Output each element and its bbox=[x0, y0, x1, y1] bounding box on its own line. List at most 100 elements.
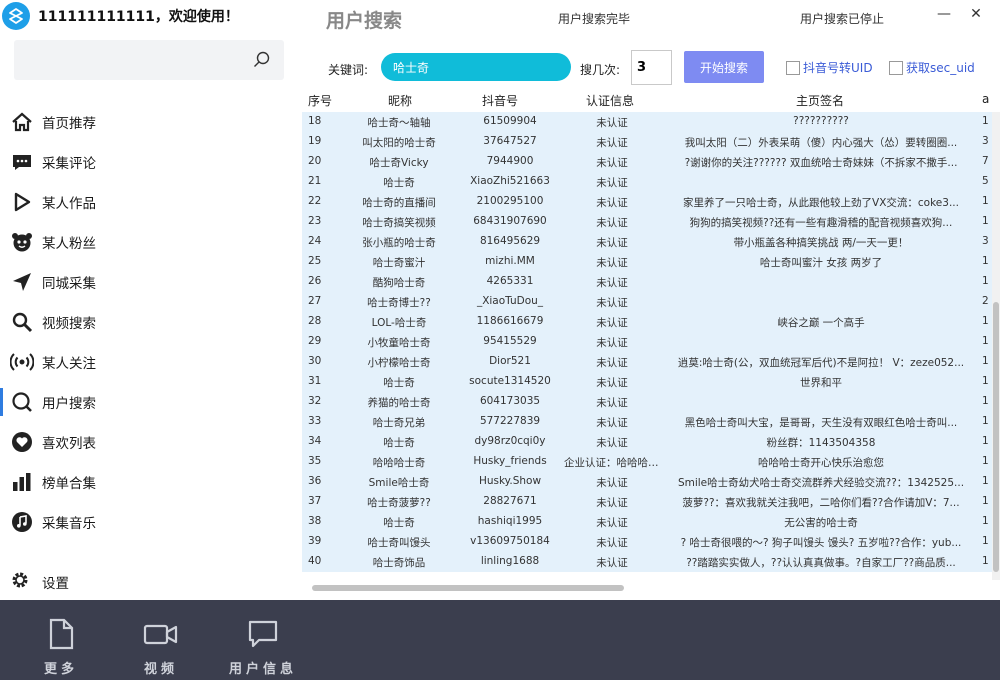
sidebar-item-follows[interactable]: 某人关注 bbox=[0, 342, 302, 382]
cell-verification: 未认证 bbox=[596, 417, 628, 429]
cell-nickname: 哈士奇～轴轴 bbox=[367, 117, 431, 129]
chat-bubble-icon bbox=[247, 618, 279, 650]
cell-nickname: 哈哈哈士奇 bbox=[372, 457, 426, 469]
table-row[interactable]: 39 哈士奇叫馒头 v13609750184 未认证 ? 哈士奇很喂的～? 狗子叫馒头 … bbox=[302, 532, 992, 552]
video-button[interactable]: 视频 bbox=[116, 618, 206, 677]
horizontal-scrollbar[interactable] bbox=[302, 582, 992, 594]
search-icon[interactable] bbox=[252, 50, 272, 70]
table-row[interactable]: 19 叫太阳的哈士奇 37647527 未认证 我叫太阳（二）外表呆萌（傻）内心强大（怂… bbox=[302, 132, 992, 152]
keyword-input[interactable] bbox=[381, 53, 571, 81]
table-row[interactable]: 32 养猫的哈士奇 604173035 未认证 1 bbox=[302, 392, 992, 412]
search-times-input[interactable] bbox=[631, 50, 672, 85]
cell-extra: 1 bbox=[982, 255, 989, 267]
table-row[interactable]: 30 小柠檬哈士奇 Dior521 未认证 逍莫:哈士奇(公，双血统冠军后代)不是阿拉！… bbox=[302, 352, 992, 372]
table-row[interactable]: 28 LOL-哈士奇 1186616679 未认证 峡谷之巅 一个高手 1 bbox=[302, 312, 992, 332]
sidebar-item-fans[interactable]: 某人粉丝 bbox=[0, 222, 302, 262]
start-search-button[interactable]: 开始搜索 bbox=[684, 51, 764, 83]
table-row[interactable]: 29 小牧童哈士奇 95415529 未认证 1 bbox=[302, 332, 992, 352]
user-info-button[interactable]: 用户信息 bbox=[218, 618, 308, 677]
cell-verification: 未认证 bbox=[596, 517, 628, 529]
sec-uid-checkbox[interactable]: 获取sec_uid bbox=[889, 59, 975, 76]
table-row[interactable]: 35 哈哈哈士奇 Husky_friends 企业认证：哈哈哈士... 哈哈哈士奇开心快… bbox=[302, 452, 992, 472]
cell-verification: 未认证 bbox=[596, 317, 628, 329]
location-icon bbox=[10, 270, 34, 294]
cell-verification: 未认证 bbox=[596, 137, 628, 149]
minimize-button[interactable]: — bbox=[934, 6, 954, 26]
table-row[interactable]: 25 哈士奇蜜汁 mizhi.MM 未认证 哈士奇叫蜜汁 女孩 两岁了 1 bbox=[302, 252, 992, 272]
table-row[interactable]: 22 哈士奇的直播间 2100295100 未认证 家里养了一只哈士奇，从此跟他较上劲了… bbox=[302, 192, 992, 212]
cell-signature: 哈哈哈士奇开心快乐治愈您 bbox=[758, 457, 884, 469]
sidebar-item-video-search[interactable]: 视频搜索 bbox=[0, 302, 302, 342]
cell-index: 35 bbox=[308, 455, 322, 467]
cell-douyin-id: v13609750184 bbox=[470, 535, 550, 547]
table-row[interactable]: 34 哈士奇 dy98rz0cqi0y 未认证 粉丝群：1143504358 1 bbox=[302, 432, 992, 452]
cell-nickname: 哈士奇搞笑视频 bbox=[362, 217, 436, 229]
user-greeting: 111111111111，欢迎使用！ bbox=[38, 9, 239, 25]
sidebar-item-user-search[interactable]: 用户搜索 bbox=[0, 382, 302, 422]
table-row[interactable]: 23 哈士奇搞笑视频 68431907690 未认证 狗狗的搞笑视频??还有一些有趣滑稽… bbox=[302, 212, 992, 232]
cell-index: 25 bbox=[308, 255, 322, 267]
cell-verification: 未认证 bbox=[596, 397, 628, 409]
play-icon bbox=[10, 190, 34, 214]
table-row[interactable]: 33 哈士奇兄弟 577227839 未认证 黑色哈士奇叫大宝，是哥哥，天生没有双眼红色… bbox=[302, 412, 992, 432]
cell-nickname: 哈士奇 bbox=[383, 177, 415, 189]
cell-index: 18 bbox=[308, 115, 322, 127]
cell-index: 33 bbox=[308, 415, 322, 427]
checkbox-box[interactable] bbox=[786, 60, 800, 75]
settings-button[interactable]: 设置 bbox=[10, 568, 69, 596]
cell-extra: 5 bbox=[982, 175, 989, 187]
column-header-index[interactable]: 序号 bbox=[308, 92, 332, 109]
table-row[interactable]: 26 酷狗哈士奇 4265331 未认证 1 bbox=[302, 272, 992, 292]
table-row[interactable]: 38 哈士奇 hashiqi1995 未认证 无公害的哈士奇 1 bbox=[302, 512, 992, 532]
sidebar-item-home[interactable]: 首页推荐 bbox=[0, 102, 302, 142]
cell-verification: 未认证 bbox=[596, 337, 628, 349]
uid-convert-checkbox[interactable]: 抖音号转UID bbox=[786, 59, 873, 76]
column-header-extra[interactable]: a bbox=[982, 92, 989, 106]
more-button[interactable]: 更多 bbox=[16, 618, 106, 677]
app-logo-icon bbox=[2, 2, 30, 30]
close-button[interactable]: ✕ bbox=[966, 6, 986, 26]
sidebar-item-city[interactable]: 同城采集 bbox=[0, 262, 302, 302]
table-row[interactable]: 40 哈士奇饰品 linling1688 未认证 ??踏踏实实做人，??认认真真做事。?… bbox=[302, 552, 992, 572]
cell-index: 30 bbox=[308, 355, 322, 367]
checkbox-box[interactable] bbox=[889, 60, 903, 75]
column-header-verification[interactable]: 认证信息 bbox=[586, 92, 634, 109]
cell-index: 36 bbox=[308, 475, 322, 487]
table-row[interactable]: 37 哈士奇菠萝?? 28827671 未认证 菠萝??：喜欢我就关注我吧，二哈你们看?… bbox=[302, 492, 992, 512]
sidebar-item-rankings[interactable]: 榜单合集 bbox=[0, 462, 302, 502]
sidebar-search-input[interactable] bbox=[14, 40, 284, 80]
cell-nickname: 哈士奇叫馒头 bbox=[367, 537, 431, 549]
cell-signature: 世界和平 bbox=[800, 377, 842, 389]
comment-icon bbox=[10, 150, 34, 174]
table-row[interactable]: 36 Smile哈士奇 Husky.Show 未认证 Smile哈士奇幼犬哈士奇交流群养… bbox=[302, 472, 992, 492]
cell-extra: 1 bbox=[982, 495, 989, 507]
cell-index: 31 bbox=[308, 375, 322, 387]
sidebar-item-works[interactable]: 某人作品 bbox=[0, 182, 302, 222]
cell-douyin-id: 4265331 bbox=[486, 275, 534, 287]
cell-douyin-id: XiaoZhi521663 bbox=[470, 175, 550, 187]
app-window: 111111111111，欢迎使用！ 首页推荐 采集评论 某人作品 某人粉丝 同… bbox=[0, 0, 1000, 680]
table-row[interactable]: 20 哈士奇Vicky 7944900 未认证 ?谢谢你的关注?????? 双血统哈士奇… bbox=[302, 152, 992, 172]
table-row[interactable]: 18 哈士奇～轴轴 61509904 未认证?????????? 1 bbox=[302, 112, 992, 132]
vertical-scrollbar[interactable] bbox=[992, 112, 1000, 580]
search-icon bbox=[10, 310, 34, 334]
cell-douyin-id: 577227839 bbox=[479, 415, 541, 427]
column-header-signature[interactable]: 主页签名 bbox=[796, 92, 844, 109]
sidebar-item-label: 榜单合集 bbox=[42, 476, 96, 492]
table-row[interactable]: 31 哈士奇 socute1314520 未认证 世界和平 1 bbox=[302, 372, 992, 392]
horizontal-scroll-thumb[interactable] bbox=[312, 585, 624, 591]
table-row[interactable]: 27 哈士奇博士?? _XiaoTuDou_ 未认证 2 bbox=[302, 292, 992, 312]
table-row[interactable]: 24 张小瓶的哈士奇 816495629 未认证 带小瓶盖各种搞笑挑战 两/一天一更！ 3 bbox=[302, 232, 992, 252]
sidebar-item-comments[interactable]: 采集评论 bbox=[0, 142, 302, 182]
column-header-douyin-id[interactable]: 抖音号 bbox=[482, 92, 518, 109]
cell-verification: 未认证 bbox=[596, 117, 628, 129]
sidebar-item-label: 同城采集 bbox=[42, 276, 96, 292]
sidebar-item-likes[interactable]: 喜欢列表 bbox=[0, 422, 302, 462]
vertical-scroll-thumb[interactable] bbox=[993, 302, 999, 572]
sidebar-item-music[interactable]: 采集音乐 bbox=[0, 502, 302, 542]
cell-index: 28 bbox=[308, 315, 322, 327]
table-row[interactable]: 21 哈士奇 XiaoZhi521663 未认证 5 bbox=[302, 172, 992, 192]
column-header-nickname[interactable]: 昵称 bbox=[388, 92, 412, 109]
keyword-label: 关键词: bbox=[328, 63, 369, 77]
cell-extra: 1 bbox=[982, 475, 989, 487]
